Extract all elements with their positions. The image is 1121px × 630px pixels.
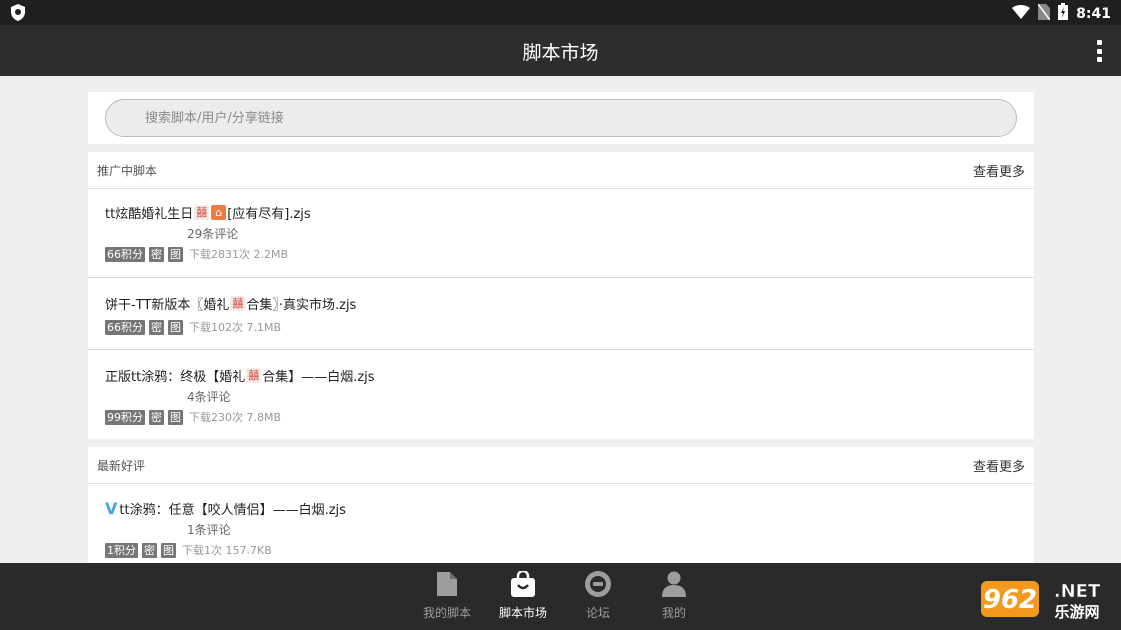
script-title: 正版tt涂鸦：终极【婚礼 囍 合集】——白烟.zjs xyxy=(105,368,375,385)
nav-me[interactable]: 我的 xyxy=(636,569,712,621)
section-title: 最新好评 xyxy=(97,458,146,473)
script-title: tt炫酷婚礼生日 囍 ⌂ [应有尽有].zjs xyxy=(105,205,311,222)
see-more-link[interactable]: 查看更多 xyxy=(973,456,1025,475)
image-badge: 图 xyxy=(161,542,176,558)
nav-my-scripts[interactable]: 我的脚本 xyxy=(409,569,485,621)
points-badge: 1积分 xyxy=(105,542,138,558)
nav-label: 我的 xyxy=(661,606,686,620)
double-happiness-icon: 囍 xyxy=(230,296,246,311)
script-list-item[interactable]: tt炫酷婚礼生日 囍 ⌂ [应有尽有].zjs 29条评论 66积分 密 图 下… xyxy=(88,189,1034,278)
search-card xyxy=(88,92,1034,144)
nav-label: 论坛 xyxy=(585,606,610,620)
nav-script-market[interactable]: 脚本市场 xyxy=(485,569,561,621)
main-content: 推广中脚本 查看更多 tt炫酷婚礼生日 囍 ⌂ [应有尽有].zjs 29条评论… xyxy=(88,92,1034,564)
download-stats: 下载1次 157.7KB xyxy=(182,544,272,557)
search-input[interactable] xyxy=(105,99,1017,137)
comment-count: 29条评论 xyxy=(187,227,239,241)
double-happiness-icon: 囍 xyxy=(246,368,262,383)
image-badge: 图 xyxy=(168,409,183,425)
person-icon xyxy=(636,569,712,599)
points-badge: 99积分 xyxy=(105,409,145,425)
section-header: 最新好评 查看更多 xyxy=(88,447,1034,484)
nav-label: 脚本市场 xyxy=(498,606,547,620)
script-list-item[interactable]: 饼干-TT新版本〖婚礼 囍 合集〗·真实市场.zjs 66积分 密 图 下载10… xyxy=(88,278,1034,350)
image-badge: 图 xyxy=(168,319,183,335)
verified-v-icon: V xyxy=(105,499,118,518)
download-stats: 下载230次 7.8MB xyxy=(189,411,282,424)
section-title: 推广中脚本 xyxy=(97,163,158,178)
watermark-logo: 962 .NET 乐游网 xyxy=(981,577,1115,621)
no-sim-icon xyxy=(1037,3,1051,24)
image-badge: 图 xyxy=(168,246,183,262)
script-title: 饼干-TT新版本〖婚礼 囍 合集〗·真实市场.zjs xyxy=(105,296,357,313)
forum-icon xyxy=(560,569,636,599)
svg-text:.NET: .NET xyxy=(1054,581,1101,602)
see-more-link[interactable]: 查看更多 xyxy=(973,161,1025,180)
section-header: 推广中脚本 查看更多 xyxy=(88,152,1034,189)
house-icon: ⌂ xyxy=(211,205,227,220)
section-promoted: 推广中脚本 查看更多 tt炫酷婚礼生日 囍 ⌂ [应有尽有].zjs 29条评论… xyxy=(88,152,1034,439)
nav-label: 我的脚本 xyxy=(422,606,471,620)
script-list-item[interactable]: V tt涂鸦：任意【咬人情侣】——白烟.zjs 1条评论 1积分 密 图 下载1… xyxy=(88,484,1034,564)
encrypted-badge: 密 xyxy=(149,246,164,262)
nav-forum[interactable]: 论坛 xyxy=(560,569,636,621)
clock: 8:41 xyxy=(1076,5,1111,22)
script-list-item[interactable]: 正版tt涂鸦：终极【婚礼 囍 合集】——白烟.zjs 4条评论 99积分 密 图… xyxy=(88,350,1034,439)
wifi-icon xyxy=(1012,4,1031,23)
script-meta: 1积分 密 图 下载1次 157.7KB xyxy=(105,542,1017,558)
status-bar: 8:41 xyxy=(0,0,1121,25)
page-title: 脚本市场 xyxy=(522,42,599,64)
script-meta: 66积分 密 图 下载2831次 2.2MB xyxy=(105,246,1017,262)
double-happiness-icon: 囍 xyxy=(194,205,210,220)
points-badge: 66积分 xyxy=(105,246,145,262)
points-badge: 66积分 xyxy=(105,319,145,335)
svg-text:962: 962 xyxy=(983,585,1037,615)
overflow-menu-icon[interactable] xyxy=(1095,40,1103,62)
script-meta: 66积分 密 图 下载102次 7.1MB xyxy=(105,319,1017,335)
svg-text:乐游网: 乐游网 xyxy=(1054,603,1099,621)
comment-count: 4条评论 xyxy=(187,390,231,404)
encrypted-badge: 密 xyxy=(149,319,164,335)
script-title: V tt涂鸦：任意【咬人情侣】——白烟.zjs xyxy=(105,499,346,518)
bottom-navigation: 我的脚本 脚本市场 论坛 我的 xyxy=(0,563,1121,630)
app-bar: 脚本市场 xyxy=(0,25,1121,76)
shopping-bag-icon xyxy=(485,569,561,599)
download-stats: 下载2831次 2.2MB xyxy=(189,248,289,261)
battery-icon xyxy=(1058,3,1069,24)
encrypted-badge: 密 xyxy=(149,409,164,425)
shield-notification-icon xyxy=(10,4,26,25)
section-latest-reviews: 最新好评 查看更多 V tt涂鸦：任意【咬人情侣】——白烟.zjs 1条评论 1… xyxy=(88,447,1034,564)
encrypted-badge: 密 xyxy=(142,542,157,558)
file-icon xyxy=(409,569,485,599)
download-stats: 下载102次 7.1MB xyxy=(189,321,282,334)
script-meta: 99积分 密 图 下载230次 7.8MB xyxy=(105,409,1017,425)
comment-count: 1条评论 xyxy=(187,523,231,537)
